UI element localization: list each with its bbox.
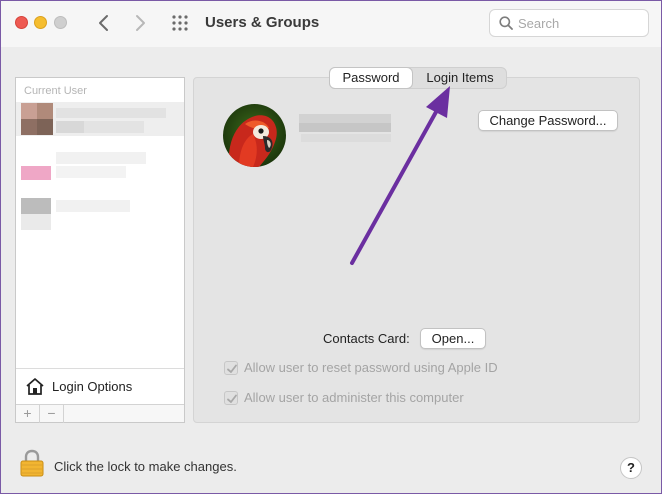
chevron-left-icon xyxy=(99,15,108,31)
window-title: Users & Groups xyxy=(205,14,320,31)
list-item[interactable] xyxy=(16,192,184,232)
user-list[interactable]: Current User Login Options + − xyxy=(15,77,185,423)
chevron-right-icon xyxy=(136,15,145,31)
login-options-item[interactable]: Login Options xyxy=(16,368,184,404)
administer-label: Allow user to administer this computer xyxy=(244,390,464,405)
parrot-avatar-image xyxy=(223,104,286,167)
lock-icon[interactable] xyxy=(19,449,45,477)
tab-bar: Password Login Items xyxy=(329,67,507,89)
change-password-button[interactable]: Change Password... xyxy=(478,110,618,131)
reset-password-label: Allow user to reset password using Apple… xyxy=(244,360,498,375)
list-section-header: Current User xyxy=(24,85,87,97)
tab-password[interactable]: Password xyxy=(330,68,412,88)
title-bar: Users & Groups xyxy=(1,1,661,47)
checkmark-icon xyxy=(227,394,237,403)
login-options-label: Login Options xyxy=(52,379,133,394)
search-field[interactable] xyxy=(489,9,649,37)
house-icon xyxy=(26,378,44,395)
minimize-button[interactable] xyxy=(34,16,47,29)
administer-checkbox[interactable] xyxy=(224,391,238,405)
blurred-username xyxy=(56,108,166,118)
back-button[interactable] xyxy=(92,11,116,35)
blurred-avatar xyxy=(21,103,37,119)
contacts-card-label: Contacts Card: xyxy=(323,331,410,346)
checkmark-icon xyxy=(227,364,237,373)
reset-password-checkbox[interactable] xyxy=(224,361,238,375)
add-user-button[interactable]: + xyxy=(16,405,40,423)
list-item[interactable] xyxy=(16,148,184,182)
current-user-row[interactable] xyxy=(16,102,184,136)
grid-icon[interactable] xyxy=(171,14,189,32)
search-icon xyxy=(499,16,513,30)
search-input[interactable] xyxy=(518,14,642,32)
users-groups-window: Users & Groups Current User xyxy=(0,0,662,494)
list-toolbar: + − xyxy=(16,404,184,423)
help-button[interactable]: ? xyxy=(620,457,642,479)
close-button[interactable] xyxy=(15,16,28,29)
user-avatar[interactable] xyxy=(223,104,286,167)
lock-message: Click the lock to make changes. xyxy=(54,459,237,474)
blurred-avatar xyxy=(21,166,51,180)
forward-button[interactable] xyxy=(128,11,152,35)
zoom-button[interactable] xyxy=(54,16,67,29)
remove-user-button[interactable]: − xyxy=(40,405,64,423)
open-contacts-button[interactable]: Open... xyxy=(420,328,486,349)
blurred-avatar xyxy=(21,198,51,214)
tab-login-items[interactable]: Login Items xyxy=(414,68,506,88)
